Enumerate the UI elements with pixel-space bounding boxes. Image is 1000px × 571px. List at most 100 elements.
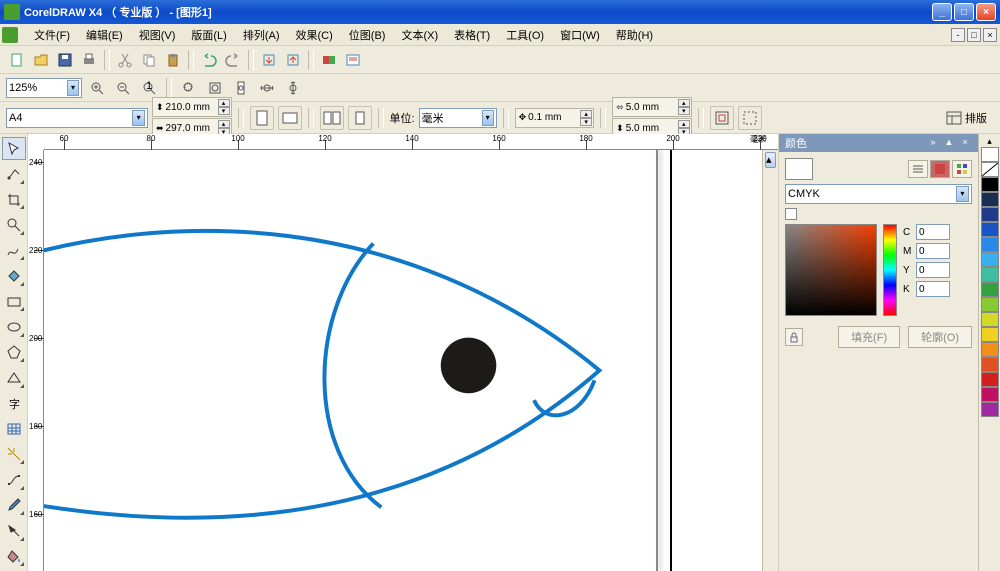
nudge-spin[interactable]: ✥▴▾ (515, 108, 595, 128)
magenta-input[interactable] (916, 243, 950, 259)
menu-layout[interactable]: 版面(L) (183, 25, 234, 45)
dropdown-icon[interactable]: ▾ (482, 110, 494, 126)
page-width-spin[interactable]: ⬍▴▾ (152, 97, 232, 117)
pick-tool[interactable] (2, 137, 26, 160)
cut-button[interactable] (114, 49, 136, 71)
yellow-input[interactable] (916, 262, 950, 278)
dimension-tool[interactable] (2, 443, 26, 466)
drawing-canvas[interactable]: ▴ (44, 150, 778, 571)
current-color-swatch[interactable] (785, 158, 813, 180)
zoom-tool[interactable] (2, 213, 26, 236)
zoom-combo[interactable]: ▾ (6, 78, 82, 98)
current-page-button[interactable] (348, 106, 372, 130)
app-launcher-button[interactable] (318, 49, 340, 71)
palette-swatch[interactable] (981, 222, 999, 237)
palette-swatch[interactable] (981, 192, 999, 207)
undo-button[interactable] (198, 49, 220, 71)
paste-button[interactable] (162, 49, 184, 71)
all-pages-button[interactable] (320, 106, 344, 130)
zoom-input[interactable] (9, 82, 67, 94)
slider-view-button[interactable] (908, 160, 928, 178)
zoom-fit-button[interactable] (204, 77, 226, 99)
palette-swatch[interactable] (981, 177, 999, 192)
eyedropper-tool[interactable] (2, 494, 26, 517)
docker-expand-icon[interactable]: » (926, 136, 940, 150)
polygon-tool[interactable] (2, 341, 26, 364)
dropdown-icon[interactable]: ▾ (132, 110, 145, 126)
palette-swatch[interactable] (981, 297, 999, 312)
palette-swatch[interactable] (981, 237, 999, 252)
basic-shapes-tool[interactable] (2, 366, 26, 389)
menu-tools[interactable]: 工具(O) (498, 25, 552, 45)
redo-button[interactable] (222, 49, 244, 71)
menu-file[interactable]: 文件(F) (26, 25, 78, 45)
crop-tool[interactable] (2, 188, 26, 211)
menu-arrange[interactable]: 排列(A) (235, 25, 288, 45)
text-tool[interactable]: 字 (2, 392, 26, 415)
color-model-combo[interactable]: ▾ (785, 184, 972, 204)
outline-tool[interactable] (2, 519, 26, 542)
palette-swatch[interactable] (981, 327, 999, 342)
smart-fill-tool[interactable] (2, 264, 26, 287)
interactive-tool[interactable] (2, 468, 26, 491)
menu-effects[interactable]: 效果(C) (288, 25, 341, 45)
vertical-scrollbar[interactable]: ▴ (762, 150, 778, 571)
menu-view[interactable]: 视图(V) (131, 25, 184, 45)
palette-swatch[interactable] (981, 387, 999, 402)
options-button[interactable] (738, 106, 762, 130)
zoom-page-button[interactable] (230, 77, 252, 99)
new-button[interactable] (6, 49, 28, 71)
ellipse-tool[interactable] (2, 315, 26, 338)
menu-window[interactable]: 窗口(W) (552, 25, 608, 45)
doc-close-button[interactable]: × (983, 28, 997, 42)
rectangle-tool[interactable] (2, 290, 26, 313)
doc-minimize-button[interactable]: - (951, 28, 965, 42)
menu-edit[interactable]: 编辑(E) (78, 25, 131, 45)
maximize-button[interactable]: □ (954, 3, 974, 21)
open-button[interactable] (30, 49, 52, 71)
export-button[interactable] (282, 49, 304, 71)
zoom-out-button[interactable] (112, 77, 134, 99)
page-size-input[interactable] (9, 112, 132, 124)
unit-input[interactable] (422, 112, 482, 124)
portrait-button[interactable] (250, 106, 274, 130)
color-model-input[interactable] (788, 188, 956, 200)
minimize-button[interactable]: _ (932, 3, 952, 21)
palette-swatch[interactable] (981, 282, 999, 297)
palette-swatch[interactable] (981, 267, 999, 282)
landscape-button[interactable] (278, 106, 302, 130)
table-tool[interactable] (2, 417, 26, 440)
palette-swatch[interactable] (981, 372, 999, 387)
lock-icon[interactable] (785, 328, 803, 346)
menu-table[interactable]: 表格(T) (446, 25, 498, 45)
import-button[interactable] (258, 49, 280, 71)
hue-slider[interactable] (883, 224, 897, 316)
outline-button[interactable]: 轮廓(O) (908, 326, 972, 348)
dup-x-spin[interactable]: ⬄▴▾ (612, 97, 692, 117)
docker-titlebar[interactable]: 颜色 » ▲ × (779, 134, 978, 152)
cyan-input[interactable] (916, 224, 950, 240)
welcome-button[interactable] (342, 49, 364, 71)
palette-swatch[interactable] (981, 312, 999, 327)
menu-bitmaps[interactable]: 位图(B) (341, 25, 394, 45)
save-button[interactable] (54, 49, 76, 71)
menu-help[interactable]: 帮助(H) (608, 25, 661, 45)
menu-text[interactable]: 文本(X) (393, 25, 446, 45)
palette-scroll-up[interactable]: ▴ (981, 136, 998, 147)
layout-panel-button[interactable]: 排版 (939, 107, 994, 129)
zoom-width-button[interactable] (256, 77, 278, 99)
unit-combo[interactable]: ▾ (419, 108, 497, 128)
shape-tool[interactable] (2, 162, 26, 185)
dropdown-icon[interactable]: ▾ (67, 80, 79, 96)
dropdown-icon[interactable]: ▾ (956, 186, 969, 202)
page-size-combo[interactable]: ▾ (6, 108, 148, 128)
zoom-in-button[interactable] (86, 77, 108, 99)
zoom-actual-button[interactable]: 1 (138, 77, 160, 99)
print-button[interactable] (78, 49, 100, 71)
snap-options-button[interactable] (710, 106, 734, 130)
palette-swatch[interactable] (981, 402, 999, 417)
fill-tool[interactable] (2, 545, 26, 568)
docker-close-icon[interactable]: × (958, 136, 972, 150)
copy-button[interactable] (138, 49, 160, 71)
palette-swatch[interactable] (981, 162, 999, 177)
